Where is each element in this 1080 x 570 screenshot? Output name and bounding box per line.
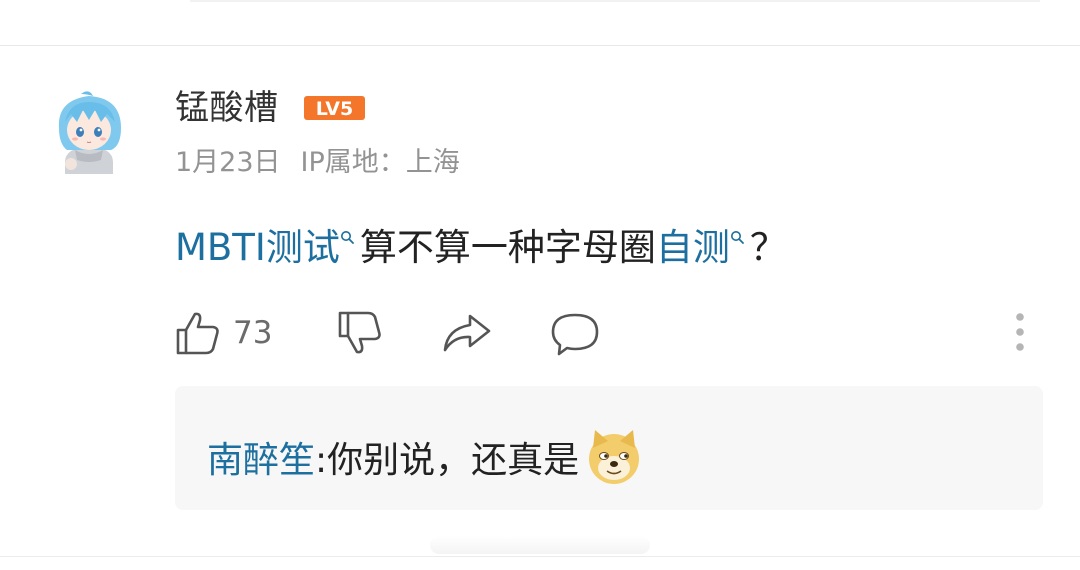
comment-icon: [551, 313, 599, 356]
thumbs-down-icon: [338, 311, 381, 354]
reply-text: 你别说，还真是: [327, 440, 580, 481]
comment-end: ？: [749, 226, 787, 269]
avatar[interactable]: [51, 88, 127, 178]
action-bar: 73: [0, 304, 1080, 364]
reply-username[interactable]: 南醉笙: [207, 440, 315, 481]
comment-body: 算不算一种字母圈: [359, 226, 656, 269]
more-vertical-icon: [1016, 313, 1024, 351]
topic-link-mbti[interactable]: MBTI测试: [175, 226, 340, 269]
reply-separator: :: [315, 440, 328, 481]
comment-text: MBTI测试 算不算一种字母圈自测 ？: [175, 224, 787, 272]
search-icon: [340, 231, 354, 244]
top-divider: [0, 45, 1080, 46]
more-options-button[interactable]: [1014, 312, 1026, 352]
dislike-button[interactable]: [337, 310, 383, 356]
share-icon: [443, 314, 491, 352]
share-button[interactable]: [442, 312, 492, 354]
topic-link-self-test[interactable]: 自测: [656, 226, 730, 269]
ip-location: IP属地：上海: [300, 147, 460, 178]
comment-meta: 1月23日 IP属地：上海: [175, 145, 480, 181]
username[interactable]: 锰酸槽: [175, 86, 279, 130]
doge-icon: [589, 430, 640, 484]
comment-button[interactable]: [551, 312, 599, 356]
reply-line: 南醉笙:你别说，还真是: [207, 430, 643, 486]
bottom-fade-handle: [430, 536, 650, 554]
like-button[interactable]: 73: [175, 310, 272, 356]
level-badge: LV5: [304, 96, 365, 120]
svg-text:LV5: LV5: [316, 98, 353, 120]
like-count: 73: [233, 315, 273, 351]
previous-card-edge: [190, 0, 1040, 2]
search-icon: [730, 231, 744, 244]
thumbs-up-icon: [176, 312, 219, 355]
reply-preview[interactable]: 南醉笙:你别说，还真是: [175, 386, 1043, 510]
comment-date: 1月23日: [175, 147, 281, 178]
bottom-divider: [0, 556, 1080, 557]
